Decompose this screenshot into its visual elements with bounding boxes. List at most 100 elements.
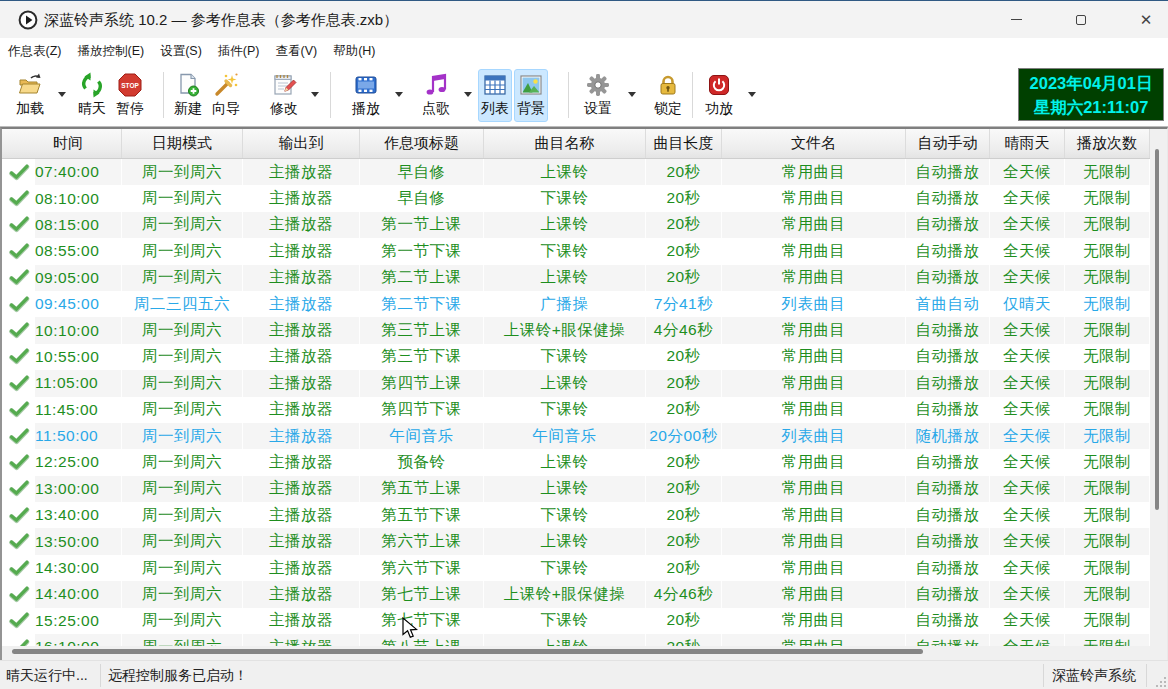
menu-plugins[interactable]: 插件(P) [210, 38, 268, 64]
menu-settings[interactable]: 设置(S) [152, 38, 210, 64]
sunny-refresh-icon [79, 72, 105, 98]
table-row[interactable]: 14:40:00周一到周六主播放器第七节上课上课铃+眼保健操4分46秒常用曲目自… [2, 581, 1150, 607]
cell-track-name: 上课铃 [484, 476, 646, 502]
cell-track-length: 20秒 [646, 397, 722, 423]
vertical-scrollbar[interactable] [1150, 129, 1168, 646]
cell-track-length: 20秒 [646, 528, 722, 554]
table-row[interactable]: 13:00:00周一到周六主播放器第五节上课上课铃20秒常用曲目自动播放全天候无… [2, 476, 1150, 502]
load-label: 加载 [16, 100, 44, 118]
minimize-button[interactable] [993, 1, 1039, 38]
col-header-item-title[interactable]: 作息项标题 [360, 129, 484, 158]
amplifier-button[interactable]: 功放 [697, 69, 741, 122]
horizontal-scrollbar-thumb[interactable] [12, 649, 923, 654]
modify-button[interactable]: 修改 [262, 69, 306, 122]
table-row[interactable]: 16:10:00周一到周六主播放器第八节上课上课铃20秒常用曲目自动播放全天候无… [2, 634, 1150, 646]
table-row[interactable]: 15:25:00周一到周六主播放器第七节下课下课铃20秒常用曲目自动播放全天候无… [2, 608, 1150, 634]
cell-play-count: 无限制 [1065, 265, 1150, 291]
col-header-auto-manual[interactable]: 自动手动 [906, 129, 990, 158]
table-row[interactable]: 14:30:00周一到周六主播放器第六节下课下课铃20秒常用曲目自动播放全天候无… [2, 555, 1150, 581]
settings-label: 设置 [584, 100, 612, 118]
maximize-button[interactable] [1058, 1, 1104, 38]
cell-output: 主播放器 [243, 634, 360, 646]
amplifier-dropdown-arrow[interactable] [748, 92, 756, 97]
cell-output: 主播放器 [243, 291, 360, 317]
cell-weather: 全天候 [990, 185, 1065, 211]
table-row[interactable]: 08:55:00周一到周六主播放器第一节下课下课铃20秒常用曲目自动播放全天候无… [2, 238, 1150, 264]
cell-time: 12:25:00 [2, 449, 122, 475]
cell-auto-manual: 自动播放 [906, 608, 990, 634]
table-row[interactable]: 07:40:00周一到周六主播放器早自修上课铃20秒常用曲目自动播放全天候无限制 [2, 159, 1150, 185]
cell-output: 主播放器 [243, 370, 360, 396]
pause-button[interactable]: STOP 暂停 [108, 69, 152, 122]
check-icon [2, 344, 35, 370]
cell-time: 07:40:00 [2, 159, 122, 185]
menu-schedule[interactable]: 作息表(Z) [0, 38, 69, 64]
table-row[interactable]: 11:50:00周一到周六主播放器午间音乐午间音乐20分00秒列表曲目随机播放全… [2, 423, 1150, 449]
background-image-icon [518, 72, 544, 98]
wizard-button[interactable]: 向导 [204, 69, 248, 122]
col-header-weather[interactable]: 晴雨天 [990, 129, 1065, 158]
cell-time: 09:45:00 [2, 291, 122, 317]
col-header-time[interactable]: 时间 [2, 129, 122, 158]
col-header-date-mode[interactable]: 日期模式 [122, 129, 243, 158]
vertical-scrollbar-thumb[interactable] [1155, 149, 1159, 510]
toolbar-separator [330, 72, 331, 118]
list-view-button[interactable]: 列表 [478, 69, 512, 122]
table-row[interactable]: 09:45:00周二三四五六主播放器第二节下课广播操7分41秒列表曲目首曲自动仅… [2, 291, 1150, 317]
cell-play-count: 无限制 [1065, 291, 1150, 317]
table-row[interactable]: 10:10:00周一到周六主播放器第三节上课上课铃+眼保健操4分46秒常用曲目自… [2, 317, 1150, 343]
play-button[interactable]: 播放 [344, 69, 388, 122]
table-row[interactable]: 13:40:00周一到周六主播放器第五节下课下课铃20秒常用曲目自动播放全天候无… [2, 502, 1150, 528]
cell-output: 主播放器 [243, 238, 360, 264]
cell-auto-manual: 自动播放 [906, 159, 990, 185]
settings-button[interactable]: 设置 [576, 69, 620, 122]
cell-auto-manual: 首曲自动 [906, 291, 990, 317]
cell-file-name: 常用曲目 [722, 502, 906, 528]
col-header-output[interactable]: 输出到 [243, 129, 360, 158]
cell-file-name: 常用曲目 [722, 449, 906, 475]
cell-track-name: 上课铃 [484, 159, 646, 185]
col-header-track-name[interactable]: 曲目名称 [484, 129, 646, 158]
table-row[interactable]: 11:45:00周一到周六主播放器第四节下课下课铃20秒常用曲目自动播放全天候无… [2, 397, 1150, 423]
cell-item-title: 第四节上课 [360, 370, 484, 396]
col-header-file-name[interactable]: 文件名 [722, 129, 906, 158]
table-row[interactable]: 13:50:00周一到周六主播放器第六节上课上课铃20秒常用曲目自动播放全天候无… [2, 528, 1150, 554]
cell-item-title: 第六节下课 [360, 555, 484, 581]
cell-track-length: 7分41秒 [646, 291, 722, 317]
table-row[interactable]: 11:05:00周一到周六主播放器第四节上课上课铃20秒常用曲目自动播放全天候无… [2, 370, 1150, 396]
cell-play-count: 无限制 [1065, 608, 1150, 634]
table-row[interactable]: 08:15:00周一到周六主播放器第一节上课上课铃20秒常用曲目自动播放全天候无… [2, 212, 1150, 238]
menu-playback-control[interactable]: 播放控制(E) [69, 38, 152, 64]
cell-weather: 全天候 [990, 265, 1065, 291]
modify-dropdown-arrow[interactable] [311, 92, 319, 97]
close-button[interactable]: ✕ [1123, 1, 1168, 38]
cell-track-length: 4分46秒 [646, 581, 722, 607]
sunny-label: 晴天 [78, 100, 106, 118]
resize-grip[interactable] [1152, 673, 1166, 687]
cell-item-title: 第二节上课 [360, 265, 484, 291]
cell-date-mode: 周一到周六 [122, 634, 243, 646]
play-dropdown-arrow[interactable] [395, 92, 403, 97]
table-row[interactable]: 12:25:00周一到周六主播放器预备铃上课铃20秒常用曲目自动播放全天候无限制 [2, 449, 1150, 475]
menu-help[interactable]: 帮助(H) [325, 38, 383, 64]
cell-auto-manual: 自动播放 [906, 317, 990, 343]
menu-view[interactable]: 查看(V) [267, 38, 325, 64]
cell-date-mode: 周一到周六 [122, 449, 243, 475]
lock-button[interactable]: 锁定 [646, 69, 690, 122]
cell-file-name: 常用曲目 [722, 555, 906, 581]
song-request-button[interactable]: 点歌 [414, 69, 458, 122]
load-button[interactable]: 加载 [8, 69, 52, 122]
horizontal-scrollbar[interactable] [2, 646, 1168, 660]
song-request-dropdown-arrow[interactable] [464, 92, 472, 97]
table-row[interactable]: 10:55:00周一到周六主播放器第三节下课下课铃20秒常用曲目自动播放全天候无… [2, 344, 1150, 370]
load-dropdown-arrow[interactable] [58, 92, 66, 97]
cell-time: 16:10:00 [2, 634, 122, 646]
table-row[interactable]: 08:10:00周一到周六主播放器早自修下课铃20秒常用曲目自动播放全天候无限制 [2, 185, 1150, 211]
col-header-play-count[interactable]: 播放次数 [1065, 129, 1150, 158]
col-header-track-length[interactable]: 曲目长度 [646, 129, 722, 158]
edit-notepad-icon [271, 72, 297, 98]
cell-auto-manual: 自动播放 [906, 238, 990, 264]
background-button[interactable]: 背景 [514, 69, 548, 122]
table-row[interactable]: 09:05:00周一到周六主播放器第二节上课上课铃20秒常用曲目自动播放全天候无… [2, 265, 1150, 291]
settings-dropdown-arrow[interactable] [628, 92, 636, 97]
